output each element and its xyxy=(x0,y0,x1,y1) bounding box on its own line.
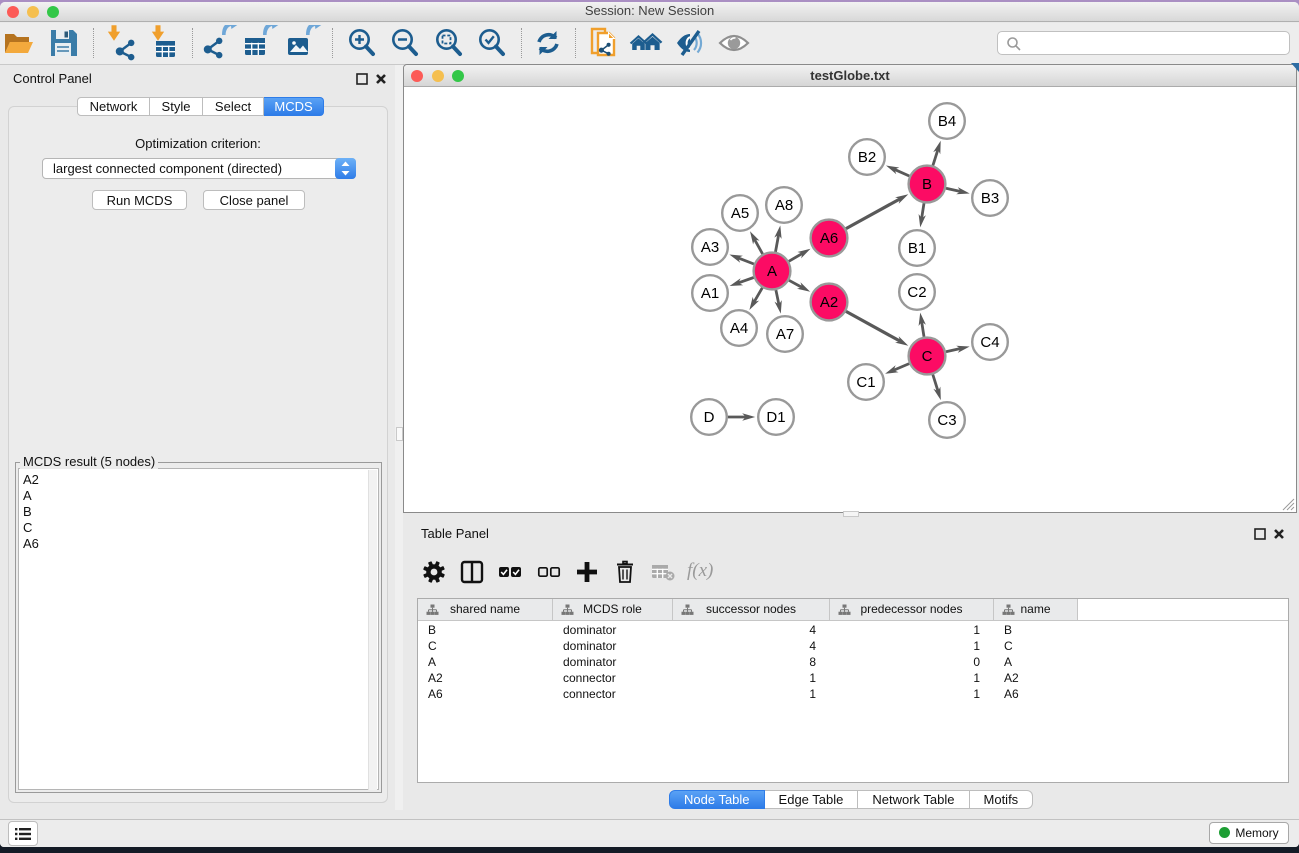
svg-text:A6: A6 xyxy=(820,230,838,247)
svg-text:C4: C4 xyxy=(980,334,999,351)
svg-text:D: D xyxy=(704,409,715,426)
svg-text:B3: B3 xyxy=(981,190,999,207)
svg-text:A8: A8 xyxy=(775,197,793,214)
svg-text:A2: A2 xyxy=(820,294,838,311)
svg-text:A: A xyxy=(767,263,777,280)
svg-text:B: B xyxy=(922,176,932,193)
svg-text:A7: A7 xyxy=(776,326,794,343)
svg-text:B4: B4 xyxy=(938,113,956,130)
svg-text:A4: A4 xyxy=(730,320,748,337)
svg-text:C2: C2 xyxy=(907,284,926,301)
svg-text:C3: C3 xyxy=(937,412,956,429)
svg-text:C1: C1 xyxy=(856,374,875,391)
svg-text:A1: A1 xyxy=(701,285,719,302)
svg-text:B2: B2 xyxy=(858,149,876,166)
svg-text:B1: B1 xyxy=(908,240,926,257)
svg-text:D1: D1 xyxy=(766,409,785,426)
svg-text:A3: A3 xyxy=(701,239,719,256)
svg-text:A5: A5 xyxy=(731,205,749,222)
svg-text:C: C xyxy=(922,348,933,365)
